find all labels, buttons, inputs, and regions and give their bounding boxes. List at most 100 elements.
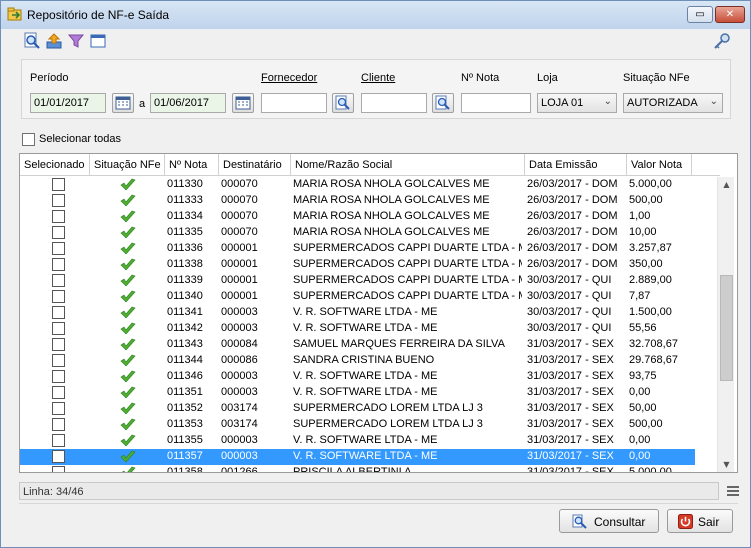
vertical-scrollbar[interactable]: ▲ ▼ bbox=[717, 177, 735, 472]
table-row[interactable]: 011353 003174 SUPERMERCADO LOREM LTDA LJ 3… bbox=[20, 417, 695, 433]
menu-icon[interactable] bbox=[727, 485, 739, 497]
cell-nome: SUPERMERCADO LOREM LTDA LJ 3 bbox=[293, 418, 483, 430]
table-row[interactable]: 011346 000003 V. R. SOFTWARE LTDA - ME 31/0… bbox=[20, 369, 695, 385]
row-checkbox[interactable] bbox=[52, 242, 65, 255]
close-button[interactable]: ✕ bbox=[715, 6, 745, 23]
consultar-button[interactable]: Consultar bbox=[559, 509, 659, 533]
cell-dest: 000003 bbox=[221, 434, 258, 446]
row-checkbox[interactable] bbox=[52, 434, 65, 447]
header-nome[interactable]: Nome/Razão Social bbox=[291, 154, 525, 176]
date-from-input[interactable]: 01/01/2017 bbox=[30, 93, 106, 113]
table-row[interactable]: 011336 000001 SUPERMERCADOS CAPPI DUARTE L… bbox=[20, 241, 695, 257]
row-checkbox[interactable] bbox=[52, 306, 65, 319]
header-situacao[interactable]: Situação NFe bbox=[90, 154, 165, 176]
cell-valor: 350,00 bbox=[629, 258, 663, 270]
table-row[interactable]: 011342 000003 V. R. SOFTWARE LTDA - ME 30/0… bbox=[20, 321, 695, 337]
cliente-label[interactable]: Cliente bbox=[361, 72, 395, 84]
header-valor[interactable]: Valor Nota bbox=[627, 154, 692, 176]
scroll-down-icon[interactable]: ▼ bbox=[718, 457, 735, 472]
row-checkbox[interactable] bbox=[52, 354, 65, 367]
cell-dest: 000001 bbox=[221, 258, 258, 270]
table-row[interactable]: 011352 003174 SUPERMERCADO LOREM LTDA LJ 3… bbox=[20, 401, 695, 417]
row-checkbox[interactable] bbox=[52, 258, 65, 271]
row-checkbox[interactable] bbox=[52, 466, 65, 472]
situacao-value: AUTORIZADA bbox=[627, 97, 698, 109]
cell-dest: 000003 bbox=[221, 450, 258, 462]
calendar-to-button[interactable] bbox=[232, 93, 254, 113]
table-row[interactable]: 011357 000003 V. R. SOFTWARE LTDA - ME 31/0… bbox=[20, 449, 695, 465]
cell-data: 26/03/2017 - DOM bbox=[527, 194, 618, 206]
scroll-thumb[interactable] bbox=[720, 275, 733, 381]
header-data[interactable]: Data Emissão bbox=[525, 154, 627, 176]
table-row[interactable]: 011340 000001 SUPERMERCADOS CAPPI DUARTE L… bbox=[20, 289, 695, 305]
fornecedor-label[interactable]: Fornecedor bbox=[261, 72, 317, 84]
cell-nota: 011346 bbox=[167, 370, 203, 382]
cell-dest: 000001 bbox=[221, 290, 258, 302]
header-destinatario[interactable]: Destinatário bbox=[219, 154, 291, 176]
loja-select[interactable]: LOJA 01 ⌄ bbox=[537, 93, 617, 113]
authorized-check-icon bbox=[120, 258, 136, 271]
situacao-select[interactable]: AUTORIZADA ⌄ bbox=[623, 93, 723, 113]
cliente-input[interactable] bbox=[361, 93, 427, 113]
nota-input[interactable] bbox=[461, 93, 531, 113]
table-row[interactable]: 011358 001266 PRISCILA ALBERTINI A 31/03/20… bbox=[20, 465, 695, 472]
cell-dest: 000003 bbox=[221, 386, 258, 398]
nfe-table: Selecionado Situação NFe Nº Nota Destina… bbox=[19, 153, 738, 473]
scroll-up-icon[interactable]: ▲ bbox=[718, 177, 735, 193]
table-row[interactable]: 011334 000070 MARIA ROSA NHOLA GOLCALVES M… bbox=[20, 209, 695, 225]
cell-data: 26/03/2017 - DOM bbox=[527, 226, 618, 238]
row-checkbox[interactable] bbox=[52, 402, 65, 415]
row-checkbox[interactable] bbox=[52, 450, 65, 463]
row-checkbox[interactable] bbox=[52, 194, 65, 207]
cell-data: 30/03/2017 - QUI bbox=[527, 306, 612, 318]
table-row[interactable]: 011335 000070 MARIA ROSA NHOLA GOLCALVES M… bbox=[20, 225, 695, 241]
table-row[interactable]: 011333 000070 MARIA ROSA NHOLA GOLCALVES M… bbox=[20, 193, 695, 209]
row-checkbox[interactable] bbox=[52, 290, 65, 303]
window-icon[interactable] bbox=[89, 32, 107, 50]
row-checkbox[interactable] bbox=[52, 178, 65, 191]
cell-nome: V. R. SOFTWARE LTDA - ME bbox=[293, 386, 438, 398]
cell-nota: 011352 bbox=[167, 402, 203, 414]
table-body: 011330 000070 MARIA ROSA NHOLA GOLCALVES M… bbox=[20, 177, 695, 472]
table-row[interactable]: 011343 000084 SAMUEL MARQUES FERREIRA DA S… bbox=[20, 337, 695, 353]
table-row[interactable]: 011355 000003 V. R. SOFTWARE LTDA - ME 31/0… bbox=[20, 433, 695, 449]
table-row[interactable]: 011341 000003 V. R. SOFTWARE LTDA - ME 30/0… bbox=[20, 305, 695, 321]
search-document-icon[interactable] bbox=[23, 32, 41, 50]
header-nota[interactable]: Nº Nota bbox=[165, 154, 219, 176]
key-icon[interactable] bbox=[713, 32, 731, 50]
filter-icon[interactable] bbox=[67, 32, 85, 50]
authorized-check-icon bbox=[120, 418, 136, 431]
row-checkbox[interactable] bbox=[52, 322, 65, 335]
row-checkbox[interactable] bbox=[52, 386, 65, 399]
date-to-input[interactable]: 01/06/2017 bbox=[150, 93, 226, 113]
row-checkbox[interactable] bbox=[52, 210, 65, 223]
cell-nome: MARIA ROSA NHOLA GOLCALVES ME bbox=[293, 226, 490, 238]
row-checkbox[interactable] bbox=[52, 370, 65, 383]
select-all-label[interactable]: Selecionar todas bbox=[39, 133, 121, 145]
sair-button[interactable]: Sair bbox=[667, 509, 733, 533]
row-checkbox[interactable] bbox=[52, 274, 65, 287]
cell-valor: 93,75 bbox=[629, 370, 657, 382]
loja-label: Loja bbox=[537, 72, 558, 84]
export-icon[interactable] bbox=[45, 32, 63, 50]
fornecedor-search-button[interactable] bbox=[332, 93, 354, 113]
table-row[interactable]: 011338 000001 SUPERMERCADOS CAPPI DUARTE L… bbox=[20, 257, 695, 273]
cell-dest: 000003 bbox=[221, 370, 258, 382]
cell-valor: 32.708,67 bbox=[629, 338, 678, 350]
fornecedor-input[interactable] bbox=[261, 93, 327, 113]
row-checkbox[interactable] bbox=[52, 226, 65, 239]
row-checkbox[interactable] bbox=[52, 338, 65, 351]
cliente-search-button[interactable] bbox=[432, 93, 454, 113]
table-row[interactable]: 011344 000086 SANDRA CRISTINA BUENO 31/03/2… bbox=[20, 353, 695, 369]
authorized-check-icon bbox=[120, 322, 136, 335]
header-selecionado[interactable]: Selecionado bbox=[20, 154, 90, 176]
table-row[interactable]: 011330 000070 MARIA ROSA NHOLA GOLCALVES M… bbox=[20, 177, 695, 193]
maximize-button[interactable]: ▭ bbox=[687, 6, 713, 23]
table-row[interactable]: 011351 000003 V. R. SOFTWARE LTDA - ME 31/0… bbox=[20, 385, 695, 401]
row-checkbox[interactable] bbox=[52, 418, 65, 431]
select-all-checkbox[interactable] bbox=[22, 133, 35, 146]
search-icon bbox=[572, 514, 587, 529]
table-row[interactable]: 011339 000001 SUPERMERCADOS CAPPI DUARTE L… bbox=[20, 273, 695, 289]
search-icon bbox=[435, 95, 450, 110]
calendar-from-button[interactable] bbox=[112, 93, 134, 113]
